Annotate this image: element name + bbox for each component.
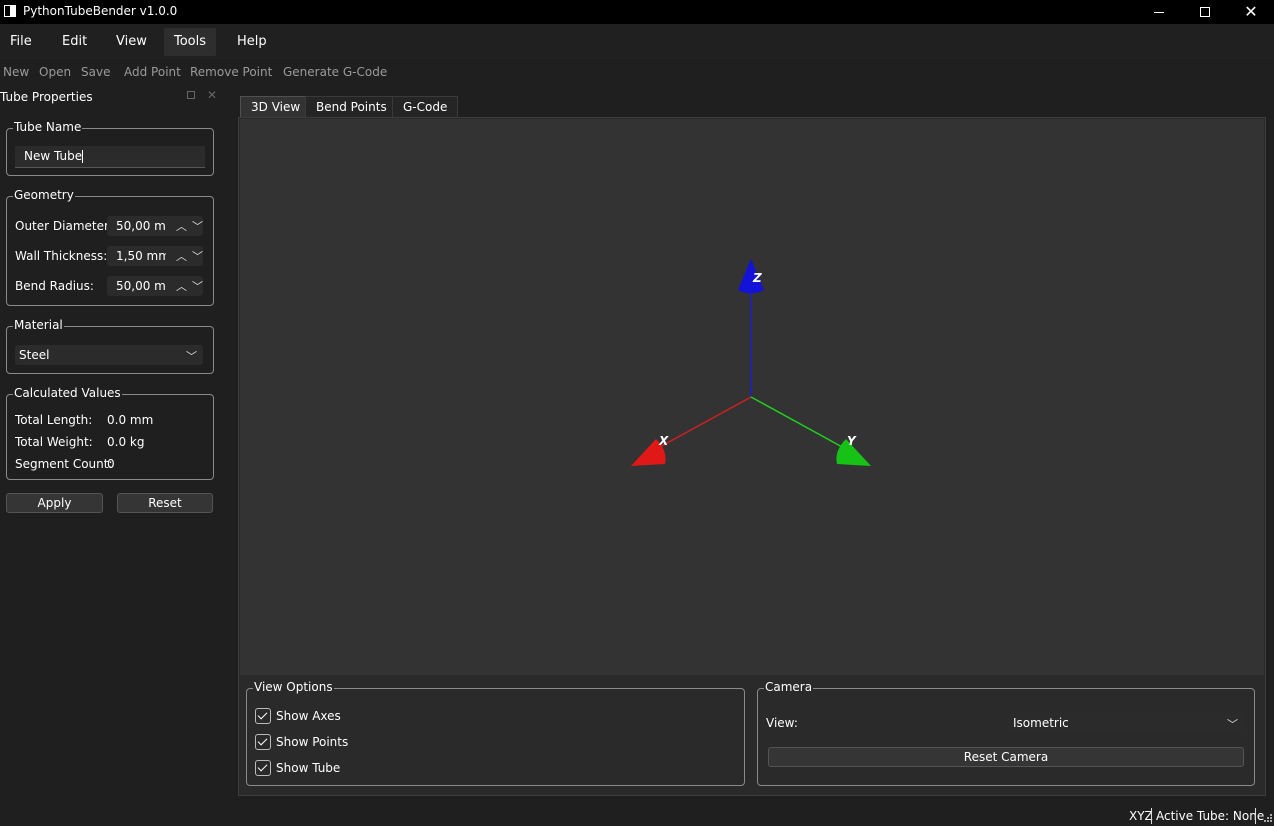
outer-diameter-label: Outer Diameter: xyxy=(15,219,113,233)
group-title: Material xyxy=(13,318,64,332)
camera-view-select[interactable]: Isometric ﹀ xyxy=(1008,713,1244,733)
geometry-group: Geometry Outer Diameter: 50,00 mm ︿ ﹀ Wa… xyxy=(6,188,214,306)
menu-bar: File Edit View Tools Help xyxy=(0,24,1274,59)
total-weight-value: 0.0 kg xyxy=(107,435,145,449)
outer-diameter-value: 50,00 mm xyxy=(116,219,166,233)
status-separator xyxy=(1151,808,1152,824)
bend-radius-label: Bend Radius: xyxy=(15,279,94,293)
checkbox-checked-icon[interactable] xyxy=(255,708,271,724)
spin-down-icon[interactable]: ﹀ xyxy=(192,278,203,294)
segment-count-value: 0 xyxy=(107,457,115,471)
show-axes-label: Show Axes xyxy=(276,709,341,723)
apply-button[interactable]: Apply xyxy=(6,493,103,513)
group-title: Tube Name xyxy=(13,120,83,134)
title-bar: PythonTubeBender v1.0.0 ✕ xyxy=(0,0,1274,24)
camera-view-selected: Isometric xyxy=(1013,716,1069,730)
menu-view[interactable]: View xyxy=(106,28,157,56)
chevron-down-icon: ﹀ xyxy=(1227,718,1238,731)
minimize-button[interactable] xyxy=(1136,0,1182,24)
maximize-button[interactable] xyxy=(1182,0,1228,24)
tube-name-value: New Tube xyxy=(24,149,83,163)
show-points-checkbox[interactable]: Show Points xyxy=(255,733,348,751)
show-tube-checkbox[interactable]: Show Tube xyxy=(255,759,340,777)
toolbar-add-point-button[interactable]: Add Point xyxy=(124,65,181,79)
view-options-group: View Options Show Axes Show Points Show … xyxy=(246,680,745,786)
dock-title: Tube Properties xyxy=(0,90,93,104)
y-axis-label: Y xyxy=(847,434,857,448)
menu-file[interactable]: File xyxy=(0,28,42,56)
app-icon xyxy=(4,5,16,17)
reset-camera-button[interactable]: Reset Camera xyxy=(768,747,1244,767)
z-axis-label: Z xyxy=(752,271,762,285)
checkbox-checked-icon[interactable] xyxy=(255,734,271,750)
wall-thickness-value: 1,50 mm xyxy=(116,249,166,263)
show-points-label: Show Points xyxy=(276,735,349,749)
toolbar-save-button[interactable]: Save xyxy=(81,65,110,79)
status-separator xyxy=(1255,808,1256,824)
3d-viewport[interactable]: Z X Y xyxy=(240,119,1264,675)
size-grip-icon[interactable] xyxy=(1262,812,1272,824)
chevron-down-icon: ﹀ xyxy=(186,350,197,363)
bend-radius-value: 50,00 mm xyxy=(116,279,166,293)
material-select[interactable]: Steel ﹀ xyxy=(15,345,203,365)
spin-down-icon[interactable]: ﹀ xyxy=(192,248,203,264)
y-axis-line xyxy=(750,396,845,449)
tube-name-group: Tube Name New Tube xyxy=(6,120,214,176)
group-title: Geometry xyxy=(13,188,75,202)
toolbar-open-button[interactable]: Open xyxy=(39,65,71,79)
reset-button[interactable]: Reset xyxy=(117,493,213,513)
x-axis-line xyxy=(657,396,752,449)
camera-group: Camera View: Isometric ﹀ Reset Camera xyxy=(757,680,1255,786)
bend-radius-spinbox[interactable]: 50,00 mm ︿ ﹀ xyxy=(107,276,203,296)
toolbar-generate-gcode-button[interactable]: Generate G-Code xyxy=(283,65,387,79)
total-length-value: 0.0 mm xyxy=(107,413,154,427)
menu-edit[interactable]: Edit xyxy=(52,28,97,56)
toolbar: New Open Save Add Point Remove Point Gen… xyxy=(0,60,1274,86)
status-xyz: XYZ xyxy=(1129,809,1153,823)
spin-up-icon[interactable]: ︿ xyxy=(176,278,187,294)
checkbox-checked-icon[interactable] xyxy=(255,760,271,776)
segment-count-label: Segment Count: xyxy=(15,457,113,471)
group-title: Calculated Values xyxy=(13,386,122,400)
axes-svg: Z X Y xyxy=(631,259,871,466)
total-length-label: Total Length: xyxy=(15,413,93,427)
tab-bend-points[interactable]: Bend Points xyxy=(305,96,398,118)
material-group: Material Steel ﹀ xyxy=(6,318,214,374)
toolbar-new-button[interactable]: New xyxy=(3,65,29,79)
calculated-values-group: Calculated Values Total Length: 0.0 mm T… xyxy=(6,386,214,480)
text-caret xyxy=(82,150,84,163)
x-axis-label: X xyxy=(658,434,669,448)
maximize-icon xyxy=(1200,7,1210,17)
status-active-tube: Active Tube: None xyxy=(1156,809,1265,823)
menu-tools[interactable]: Tools xyxy=(164,28,217,56)
group-title: View Options xyxy=(253,680,334,694)
show-axes-checkbox[interactable]: Show Axes xyxy=(255,707,341,725)
toolbar-remove-point-button[interactable]: Remove Point xyxy=(190,65,272,79)
material-selected: Steel xyxy=(19,348,50,362)
menu-help[interactable]: Help xyxy=(227,28,277,56)
total-weight-label: Total Weight: xyxy=(15,435,93,449)
wall-thickness-spinbox[interactable]: 1,50 mm ︿ ﹀ xyxy=(107,246,203,266)
minimize-icon xyxy=(1154,11,1164,13)
tab-gcode[interactable]: G-Code xyxy=(392,96,459,118)
camera-view-label: View: xyxy=(766,716,798,730)
close-button[interactable]: ✕ xyxy=(1228,0,1274,24)
outer-diameter-spinbox[interactable]: 50,00 mm ︿ ﹀ xyxy=(107,216,203,236)
group-title: Camera xyxy=(764,680,814,694)
show-tube-label: Show Tube xyxy=(276,761,341,775)
tube-name-input[interactable]: New Tube xyxy=(15,146,205,168)
wall-thickness-label: Wall Thickness: xyxy=(15,249,108,263)
dock-float-icon[interactable] xyxy=(187,91,195,99)
spin-up-icon[interactable]: ︿ xyxy=(176,218,187,234)
spin-up-icon[interactable]: ︿ xyxy=(176,248,187,264)
close-icon: ✕ xyxy=(1244,2,1258,21)
tab-3d-view[interactable]: 3D View xyxy=(240,96,312,118)
window-title: PythonTubeBender v1.0.0 xyxy=(23,4,178,18)
spin-down-icon[interactable]: ﹀ xyxy=(192,218,203,234)
dock-close-icon[interactable]: ✕ xyxy=(207,88,217,102)
